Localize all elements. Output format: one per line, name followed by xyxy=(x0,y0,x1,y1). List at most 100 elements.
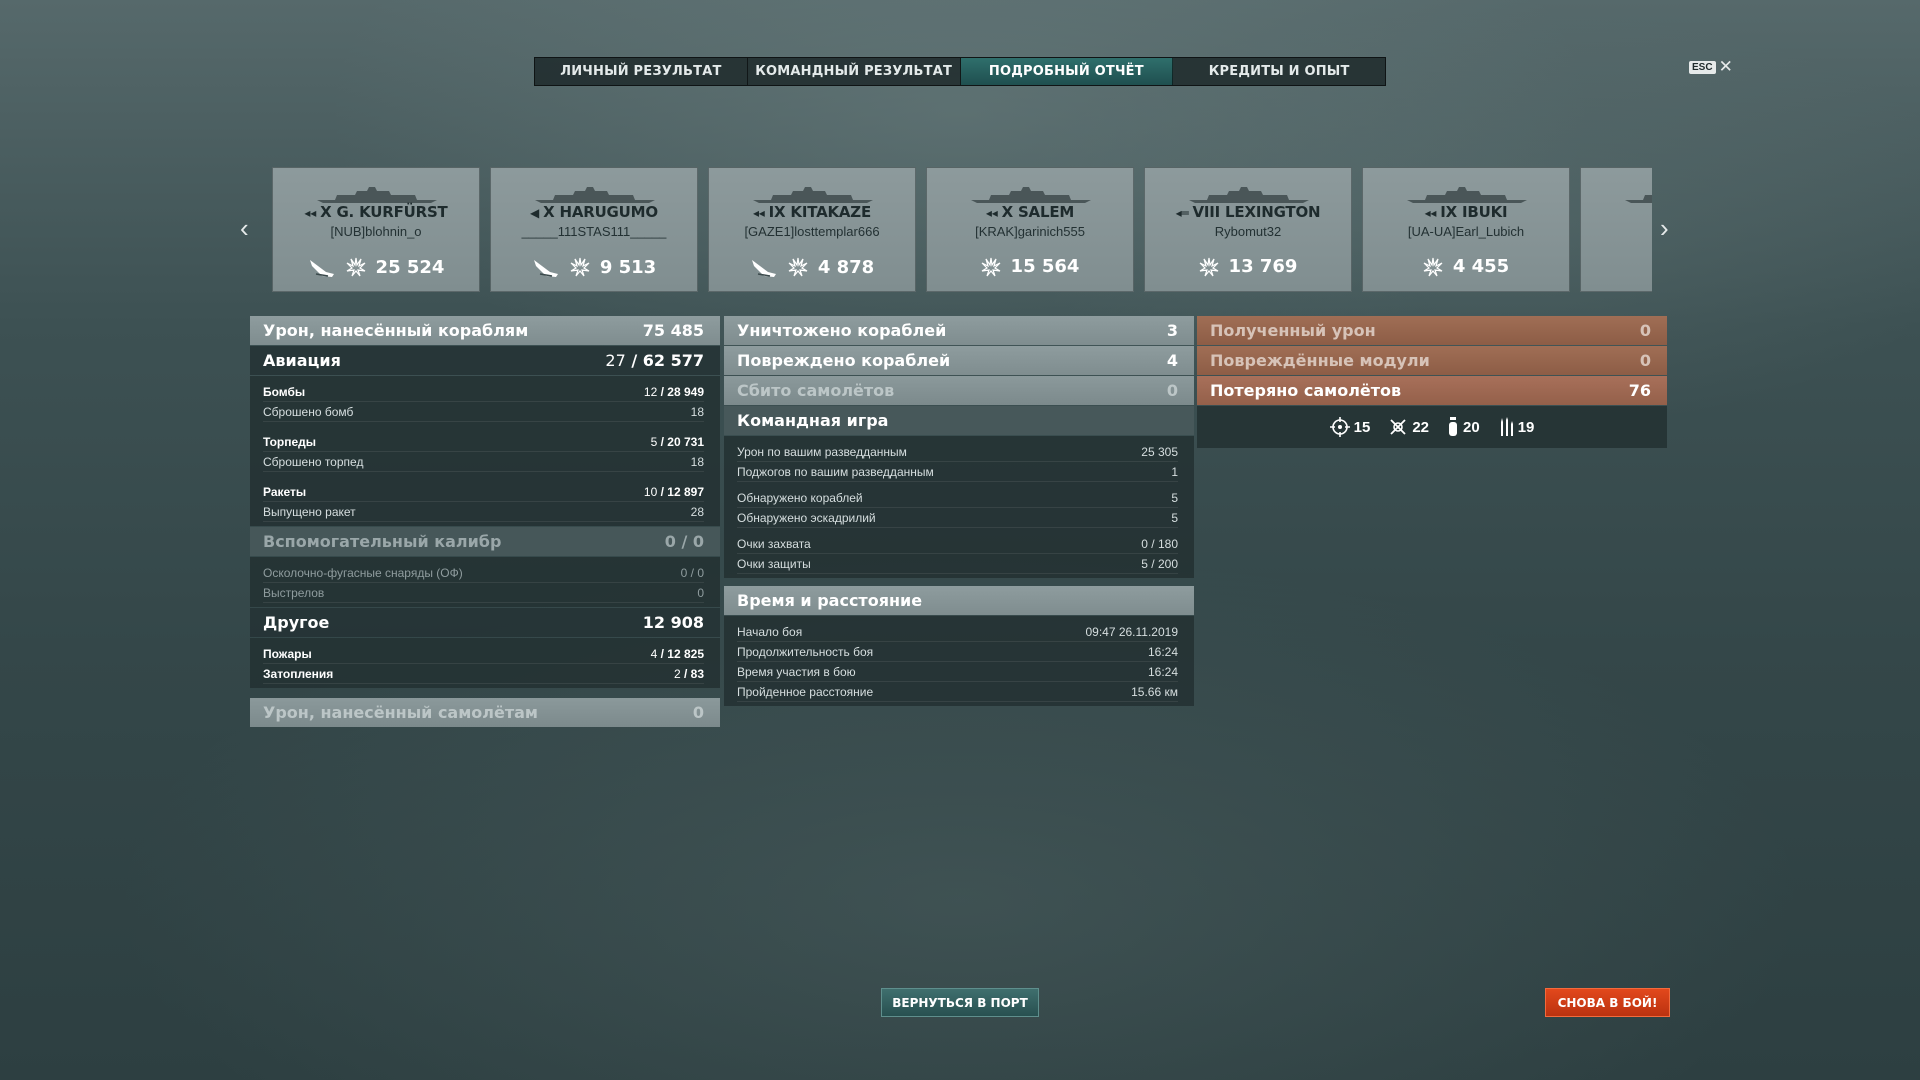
shots-row: Выстрелов 0 xyxy=(263,583,704,603)
ship-name: ◂◂X xyxy=(1581,203,1652,221)
crosshair-icon xyxy=(1329,417,1350,437)
rockets-fired-row: Выпущено ракет 28 xyxy=(263,502,704,522)
ship-card[interactable]: ◀ X HARUGUMO _____111STAS111_____ 9 513 xyxy=(490,167,698,292)
ship-stats: 25 524 xyxy=(273,256,479,278)
tab-detailed-report[interactable]: ПОДРОБНЫЙ ОТЧЁТ xyxy=(960,58,1174,85)
damage-ships-header: Урон, нанесённый кораблям 75 485 xyxy=(250,316,720,345)
battle-results-screen: ЛИЧНЫЙ РЕЗУЛЬТАТ КОМАНДНЫЙ РЕЗУЛЬТАТ ПОД… xyxy=(0,0,1920,1080)
damage-ships-value: 75 485 xyxy=(642,321,704,340)
battle-again-button[interactable]: СНОВА В БОЙ! xyxy=(1545,988,1670,1017)
ship-damage-value: 25 524 xyxy=(375,256,445,278)
capture-points-row: Очки захвата 0 / 180 xyxy=(737,534,1178,554)
defense-points-row: Очки защиты 5 / 200 xyxy=(737,554,1178,574)
aviation-title: Авиация xyxy=(263,351,341,370)
aviation-header: Авиация 27 / 62 577 xyxy=(250,346,720,375)
carousel-next-arrow-icon[interactable]: › xyxy=(1660,215,1669,241)
ship-name: ◂═ VIII LEXINGTON xyxy=(1145,203,1351,221)
ship-name-text: VIII LEXINGTON xyxy=(1192,203,1321,221)
torpedoes-dropped-row: Сброшено торпед 18 xyxy=(263,452,704,472)
planes-lost-shotdown: 22 xyxy=(1388,417,1429,437)
ship-silhouette-icon xyxy=(1189,187,1309,203)
damage-planes-value: 0 xyxy=(692,703,704,722)
carrier-icon: ◂◂ xyxy=(985,206,998,220)
other-title: Другое xyxy=(263,613,330,632)
results-column: Уничтожено кораблей 3 Повреждено кораблей… xyxy=(724,316,1194,707)
ship-name: ◀ X HARUGUMO xyxy=(491,203,697,221)
explosion-damage-icon xyxy=(570,257,590,277)
bombs-dropped-row: Сброшено бомб 18 xyxy=(263,402,704,422)
secondary-details: Осколочно-фугасные снаряды (ОФ) 0 / 0 Выс… xyxy=(250,557,720,607)
secondary-value: 0 / 0 xyxy=(664,532,704,551)
ship-name: ◂◂ IX IBUKI xyxy=(1363,203,1569,221)
carrier-icon: ◂◂ xyxy=(304,206,317,220)
damaged-modules-header: Повреждённые модули 0 xyxy=(1197,346,1667,375)
close-button[interactable]: ESC ✕ xyxy=(1689,58,1733,75)
player-name: [NUB]blohnin_o xyxy=(330,224,422,239)
ship-stats: 9 513 xyxy=(491,256,697,278)
participation-time-row: Время участия в бою 16:24 xyxy=(737,662,1178,682)
ship-name-text: X G. KURFÜRST xyxy=(320,203,448,221)
carousel-prev-arrow-icon[interactable]: ‹ xyxy=(240,215,249,241)
player-name: _____111STAS111_____ xyxy=(521,224,667,239)
other-details: Пожары 4 / 12 825 Затопления 2 / 83 xyxy=(250,638,720,688)
ship-card[interactable]: ◂═ VIII LEXINGTON Rybomut32 13 769 xyxy=(1144,167,1352,292)
destroyer-icon: ◀ xyxy=(530,206,540,220)
floods-row: Затопления 2 / 83 xyxy=(263,664,704,684)
damaged-header: Повреждено кораблей 4 xyxy=(724,346,1194,375)
team-play-header: Командная игра xyxy=(724,406,1194,435)
torpedoes-row: Торпеды 5 / 20 731 xyxy=(263,432,704,452)
ship-silhouette-icon xyxy=(753,187,873,203)
ship-stats: 4 878 xyxy=(709,256,915,278)
ship-stats: 13 769 xyxy=(1145,256,1351,277)
squadrons-spotted-row: Обнаружено эскадрилий 5 xyxy=(737,508,1178,528)
secondary-title: Вспомогательный калибр xyxy=(263,532,502,551)
bombs-row: Бомбы 12 / 28 949 xyxy=(263,382,704,402)
tab-team[interactable]: КОМАНДНЫЙ РЕЗУЛЬТАТ xyxy=(748,58,961,85)
player-name: [UA-UA]Earl_Lubich xyxy=(1407,224,1525,239)
ship-stats: 15 564 xyxy=(927,256,1133,277)
damage-column: Урон, нанесённый кораблям 75 485 Авиация… xyxy=(250,316,720,728)
ship-card[interactable]: ◂◂ X SALEM [KRAK]garinich555 15 564 xyxy=(926,167,1134,292)
kills-header: Уничтожено кораблей 3 xyxy=(724,316,1194,345)
plane-shotdown-icon xyxy=(1390,419,1406,435)
planes-lost-breakdown: 15 22 20 19 xyxy=(1197,406,1667,448)
ship-card[interactable]: ◂◂ X G. KURFÜRST [NUB]blohnin_o 25 524 xyxy=(272,167,480,292)
ship-name: ◂◂ X G. KURFÜRST xyxy=(273,203,479,221)
rockets-row: Ракеты 10 / 12 897 xyxy=(263,482,704,502)
ship-damage-value: 9 513 xyxy=(599,256,657,278)
ship-card[interactable]: ◂◂X xyxy=(1580,167,1652,292)
fires-row: Пожары 4 / 12 825 xyxy=(263,644,704,664)
carrier-icon: ◂◂ xyxy=(1424,206,1437,220)
spotting-fires-row: Поджогов по вашим разведданным 1 xyxy=(737,462,1178,482)
ship-name: ◂◂ X SALEM xyxy=(927,203,1133,221)
ship-silhouette-icon xyxy=(971,187,1091,203)
tab-credits-xp[interactable]: КРЕДИТЫ И ОПЫТ xyxy=(1173,58,1385,85)
time-distance-header: Время и расстояние xyxy=(724,586,1194,615)
planes-lost-crosshair: 15 xyxy=(1329,417,1370,437)
spotting-damage-row: Урон по вашим разведданным 25 305 xyxy=(737,442,1178,462)
planes-lost-bombers: 20 xyxy=(1447,416,1480,438)
distance-row: Пройденное расстояние 15.66 км xyxy=(737,682,1178,702)
secondary-header: Вспомогательный калибр 0 / 0 xyxy=(250,527,720,556)
ship-card[interactable]: ◂◂ IX IBUKI [UA-UA]Earl_Lubich 4 455 xyxy=(1362,167,1570,292)
battle-duration-row: Продолжительность боя 16:24 xyxy=(737,642,1178,662)
ship-stats: 4 455 xyxy=(1363,256,1569,277)
ship-name-text: X SALEM xyxy=(1001,203,1075,221)
ship-damage-value: 4 455 xyxy=(1452,256,1510,277)
aviation-value: 27 / 62 577 xyxy=(605,351,704,370)
ship-card[interactable]: ◂◂ IX KITAKAZE [GAZE1]losttemplar666 4 878 xyxy=(708,167,916,292)
player-name: Rybomut32 xyxy=(1214,224,1282,239)
damage-ships-title: Урон, нанесённый кораблям xyxy=(263,321,529,340)
explosion-damage-icon xyxy=(346,257,365,277)
ship-name-text: IX IBUKI xyxy=(1440,203,1508,221)
tab-personal[interactable]: ЛИЧНЫЙ РЕЗУЛЬТАТ xyxy=(535,58,748,85)
ship-damage-value: 15 564 xyxy=(1010,256,1080,277)
bomb-icon xyxy=(1449,417,1457,436)
results-tabs: ЛИЧНЫЙ РЕЗУЛЬТАТ КОМАНДНЫЙ РЕЗУЛЬТАТ ПОД… xyxy=(534,57,1386,86)
shot-down-header: Сбито самолётов 0 xyxy=(724,376,1194,405)
ship-silhouette-icon xyxy=(317,187,437,203)
return-to-port-button[interactable]: ВЕРНУТЬСЯ В ПОРТ xyxy=(881,988,1039,1017)
plane-icon xyxy=(309,260,334,277)
battle-start-row: Начало боя 09:47 26.11.2019 xyxy=(737,622,1178,642)
received-damage-header: Полученный урон 0 xyxy=(1197,316,1667,345)
